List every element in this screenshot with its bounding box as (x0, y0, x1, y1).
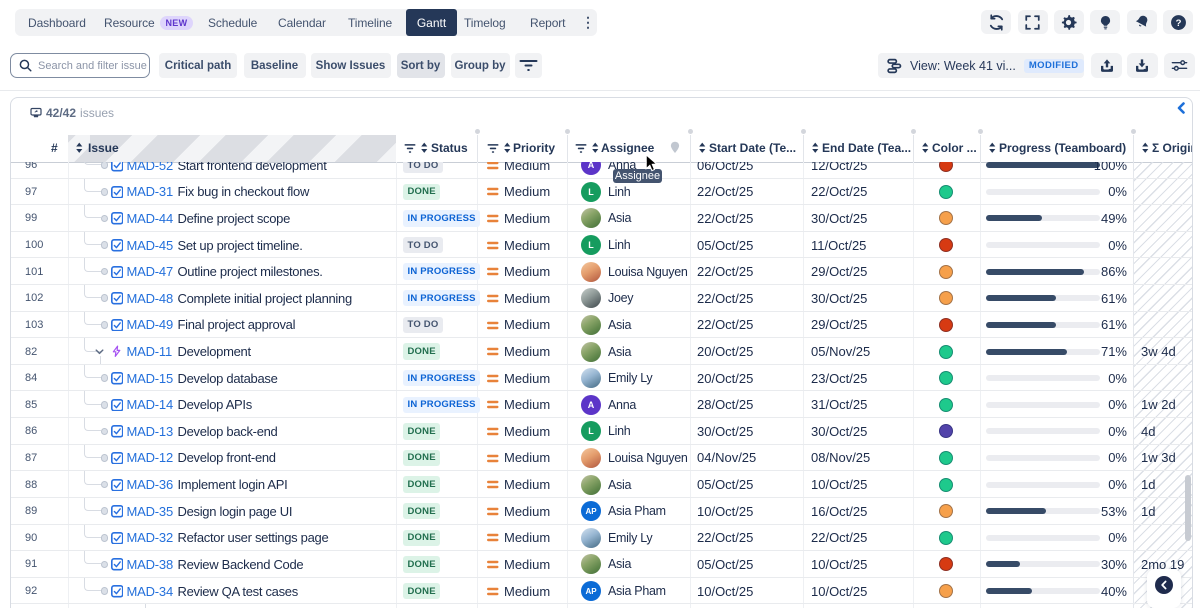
svg-text:?: ? (1175, 17, 1181, 28)
